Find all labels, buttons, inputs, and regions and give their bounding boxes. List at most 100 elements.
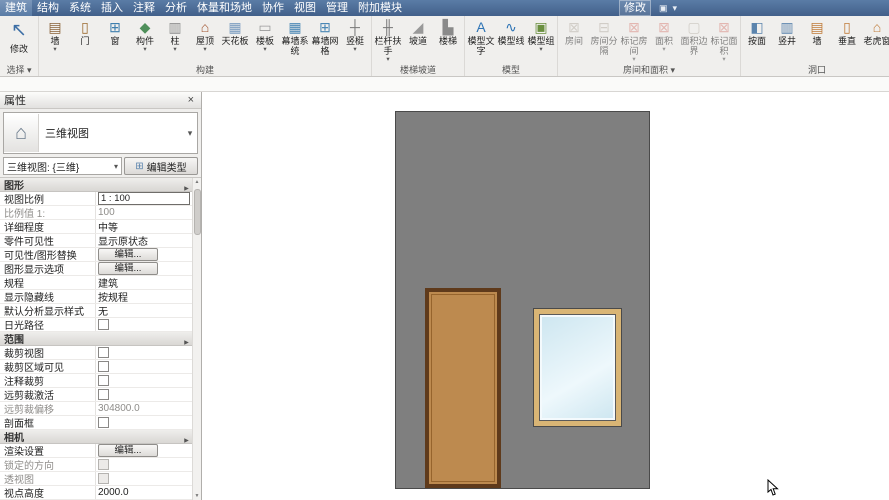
property-value[interactable]: 100 <box>96 207 192 218</box>
tab-结构[interactable]: 结构 <box>32 0 64 16</box>
edit-type-button[interactable]: ⊞ 编辑类型 <box>124 157 198 175</box>
ceiling-button[interactable]: ▦天花板 <box>220 17 250 47</box>
curtain-grid-button[interactable]: ⊞幕墙网格 <box>310 17 340 57</box>
dormer-button[interactable]: ⌂老虎窗 <box>862 17 889 47</box>
properties-scrollbar[interactable]: ▲ ▼ <box>192 178 201 500</box>
roof-button[interactable]: ⌂屋顶▾ <box>190 17 220 54</box>
section-label: 范围 <box>0 331 180 346</box>
collapse-icon[interactable]: ▾ <box>182 333 191 345</box>
door-button[interactable]: ▯门 <box>70 17 100 47</box>
checkbox[interactable] <box>98 319 109 330</box>
property-row: 显示隐藏线按规程 <box>0 290 192 304</box>
wall-button[interactable]: ▤墙▾ <box>40 17 70 54</box>
tag-area-button[interactable]: ⊠标记面积▾ <box>709 17 739 64</box>
checkbox[interactable] <box>98 417 109 428</box>
property-value <box>96 417 192 428</box>
wall-opening-button[interactable]: ▤墙 <box>802 17 832 47</box>
scrollbar-thumb[interactable] <box>194 189 201 235</box>
drawing-canvas[interactable] <box>202 92 889 500</box>
ribbon-button-label: 坡道 <box>409 36 427 46</box>
ribbon-button-label: 幕墙网格 <box>310 36 340 56</box>
shaft-button[interactable]: ▥竖井 <box>772 17 802 47</box>
property-value[interactable]: 2000.0 <box>96 487 192 498</box>
tab-分析[interactable]: 分析 <box>160 0 192 16</box>
room-icon: ⊠ <box>568 18 580 36</box>
property-value[interactable]: 无 <box>96 303 192 318</box>
tab-插入[interactable]: 插入 <box>96 0 128 16</box>
checkbox[interactable] <box>98 389 109 400</box>
room-separator-button[interactable]: ⊟房间分隔 <box>589 17 619 57</box>
window[interactable] <box>533 308 622 427</box>
property-label: 透视图 <box>0 472 96 485</box>
by-face-button[interactable]: ◧按面 <box>742 17 772 47</box>
tab-系统[interactable]: 系统 <box>64 0 96 16</box>
checkbox[interactable] <box>98 375 109 386</box>
model-group-icon: ▣ <box>534 18 547 36</box>
property-value[interactable]: 显示原状态 <box>96 233 192 248</box>
scroll-up-icon[interactable]: ▲ <box>195 178 200 187</box>
tab-视图[interactable]: 视图 <box>289 0 321 16</box>
property-value[interactable]: 建筑 <box>96 275 192 290</box>
room-button[interactable]: ⊠房间 <box>559 17 589 47</box>
door[interactable] <box>425 288 501 488</box>
edit-button[interactable]: 编辑... <box>98 262 158 275</box>
tab-注释[interactable]: 注释 <box>128 0 160 16</box>
shaft-icon: ▥ <box>780 18 793 36</box>
chevron-down-icon: ▾ <box>539 46 542 53</box>
property-row: 裁剪视图 <box>0 346 192 360</box>
tab-附加模块[interactable]: 附加模块 <box>353 0 407 16</box>
tag-area-icon: ⊠ <box>718 18 730 36</box>
model-text-button[interactable]: A模型文字 <box>466 17 496 57</box>
area-boundary-button[interactable]: ▢面积边界 <box>679 17 709 57</box>
vertical-opening-button[interactable]: ▯垂直 <box>832 17 862 47</box>
wall[interactable] <box>395 111 650 489</box>
tab-协作[interactable]: 协作 <box>257 0 289 16</box>
collapse-icon[interactable]: ▾ <box>182 431 191 443</box>
component-button[interactable]: ◆构件▾ <box>130 17 160 54</box>
tab-体量和场地[interactable]: 体量和场地 <box>192 0 257 16</box>
ribbon-button-label: 楼板 <box>256 36 274 46</box>
model-group-button[interactable]: ▣模型组▾ <box>526 17 556 54</box>
area-button[interactable]: ⊠面积▾ <box>649 17 679 54</box>
edit-button[interactable]: 编辑... <box>98 444 158 457</box>
close-icon[interactable]: × <box>185 94 197 106</box>
ramp-button[interactable]: ◢坡道 <box>403 17 433 47</box>
value-input[interactable]: 1 : 100 <box>98 192 190 205</box>
ribbon-button-label: 窗 <box>110 36 119 46</box>
property-label: 视图比例 <box>0 192 96 205</box>
property-value[interactable]: 按规程 <box>96 289 192 304</box>
tag-room-button[interactable]: ⊠标记房间▾ <box>619 17 649 64</box>
ribbon-cycle-icon[interactable]: ▣ <box>659 3 668 14</box>
property-label: 详细程度 <box>0 220 96 233</box>
tab-修改[interactable]: 修改 <box>619 0 651 16</box>
window-button[interactable]: ⊞窗 <box>100 17 130 47</box>
checkbox[interactable] <box>98 347 109 358</box>
checkbox[interactable] <box>98 361 109 372</box>
scroll-down-icon[interactable]: ▼ <box>195 492 200 500</box>
mullion-button[interactable]: ┼竖梃▾ <box>340 17 370 54</box>
chevron-down-icon[interactable]: ▾ <box>673 3 678 14</box>
floor-button[interactable]: ▭楼板▾ <box>250 17 280 54</box>
property-value[interactable]: 304800.0 <box>96 403 192 414</box>
chevron-down-icon: ▾ <box>53 46 56 53</box>
tab-管理[interactable]: 管理 <box>321 0 353 16</box>
edit-button[interactable]: 编辑... <box>98 248 158 261</box>
property-value[interactable]: 中等 <box>96 219 192 234</box>
modify-button[interactable]: ↖修改 <box>1 17 37 55</box>
property-row: 规程建筑 <box>0 276 192 290</box>
chevron-down-icon[interactable]: ▾ <box>183 128 197 139</box>
railing-button[interactable]: ╫栏杆扶手▾ <box>373 17 403 64</box>
collapse-icon[interactable]: ▾ <box>182 179 191 191</box>
tab-建筑[interactable]: 建筑 <box>0 0 32 16</box>
ribbon-group-label: 模型 <box>466 64 556 76</box>
stair-button[interactable]: ▙楼梯 <box>433 17 463 47</box>
property-label: 裁剪区域可见 <box>0 360 96 373</box>
property-label: 可见性/图形替换 <box>0 248 96 261</box>
model-line-button[interactable]: ∿模型线 <box>496 17 526 47</box>
type-selector[interactable]: ⌂ 三维视图 ▾ <box>3 112 198 154</box>
tag-room-icon: ⊠ <box>628 18 640 36</box>
column-button[interactable]: ▥柱▾ <box>160 17 190 54</box>
property-label: 渲染设置 <box>0 444 96 457</box>
curtain-system-button[interactable]: ▦幕墙系统 <box>280 17 310 57</box>
view-selector-combo[interactable]: 三维视图: {三维} ▾ <box>3 157 122 175</box>
